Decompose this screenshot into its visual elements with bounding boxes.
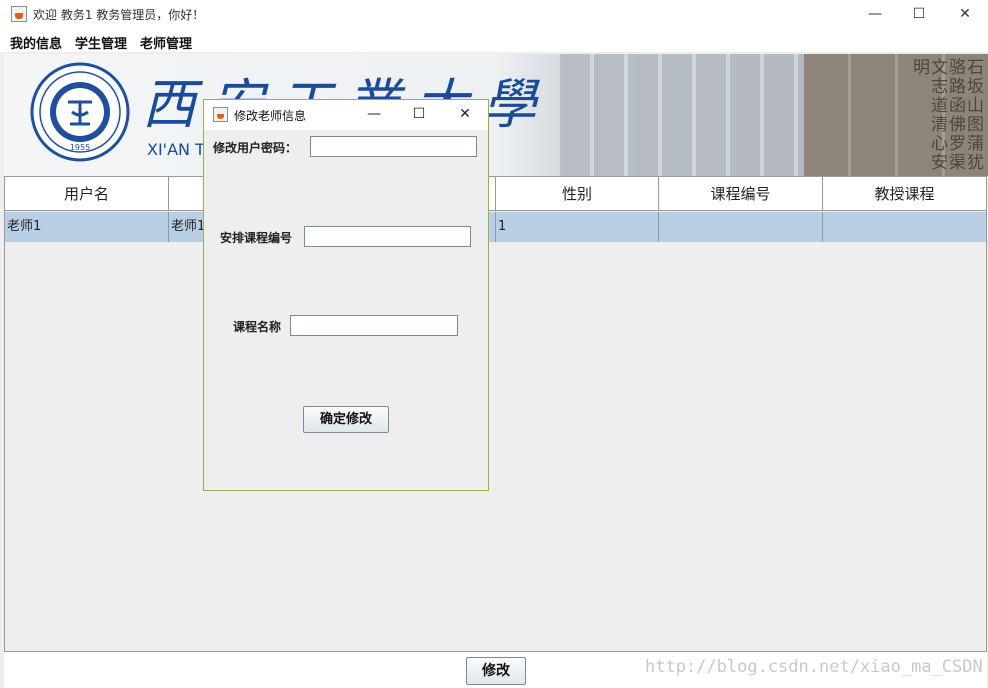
close-button[interactable]: ✕ bbox=[942, 0, 988, 30]
seal-year: 1955 bbox=[70, 143, 90, 152]
title-bar[interactable]: 欢迎 教务1 教务管理员，你好！ — ☐ ✕ bbox=[0, 0, 988, 30]
table-cell[interactable] bbox=[823, 212, 986, 242]
menu-bar: 我的信息 学生管理 老师管理 bbox=[0, 30, 988, 52]
minimize-button[interactable]: — bbox=[852, 0, 898, 30]
course-id-label: 安排课程编号 bbox=[220, 231, 293, 245]
menu-student-management[interactable]: 学生管理 bbox=[75, 33, 127, 52]
course-name-label: 课程名称 bbox=[233, 320, 282, 334]
university-banner: 石坂山图蒲犹骆路函佛罗渠文志道清心安明 1955 西安工業大學 XI'AN T bbox=[4, 54, 988, 176]
table-cell[interactable] bbox=[659, 212, 823, 242]
table-cell[interactable]: 1 bbox=[496, 212, 659, 242]
column-header-course[interactable]: 教授课程 bbox=[823, 177, 986, 211]
confirm-modify-button[interactable]: 确定修改 bbox=[303, 406, 389, 433]
maximize-button[interactable]: ☐ bbox=[896, 0, 942, 30]
table-cell[interactable]: 老师1 bbox=[5, 212, 169, 242]
teacher-table[interactable]: 用户名 性别 课程编号 教授课程 老师1 老师1 1 bbox=[4, 176, 987, 652]
dialog-minimize-button[interactable]: — bbox=[352, 100, 396, 130]
university-seal-logo: 1955 bbox=[30, 62, 130, 162]
password-input[interactable] bbox=[310, 136, 477, 157]
stone-inscription: 石坂山图蒲犹骆路函佛罗渠文志道清心安明 bbox=[909, 58, 983, 172]
dialog-close-button[interactable]: ✕ bbox=[443, 100, 487, 130]
university-name-english: XI'AN T bbox=[147, 140, 205, 159]
table-row[interactable]: 老师1 老师1 1 bbox=[5, 212, 986, 242]
password-label: 修改用户密码： bbox=[213, 141, 298, 155]
modify-button[interactable]: 修改 bbox=[466, 657, 526, 685]
edit-teacher-dialog: 修改老师信息 — ☐ ✕ 修改用户密码： 安排课程编号 课程名称 确定修改 bbox=[203, 99, 489, 491]
table-header: 用户名 性别 课程编号 教授课程 bbox=[5, 177, 986, 211]
column-header-gender[interactable]: 性别 bbox=[496, 177, 659, 211]
dialog-title: 修改老师信息 bbox=[234, 109, 307, 123]
course-id-input[interactable] bbox=[304, 226, 471, 247]
main-window: 欢迎 教务1 教务管理员，你好！ — ☐ ✕ 我的信息 学生管理 老师管理 石坂… bbox=[0, 0, 988, 688]
dialog-maximize-button[interactable]: ☐ bbox=[397, 100, 441, 130]
menu-teacher-management[interactable]: 老师管理 bbox=[140, 33, 192, 52]
menu-my-info[interactable]: 我的信息 bbox=[10, 33, 62, 52]
dialog-title-bar[interactable]: 修改老师信息 — ☐ ✕ bbox=[204, 100, 488, 130]
column-header-course-id[interactable]: 课程编号 bbox=[659, 177, 823, 211]
column-header-username[interactable]: 用户名 bbox=[5, 177, 169, 211]
window-title: 欢迎 教务1 教务管理员，你好！ bbox=[33, 8, 205, 22]
java-app-icon bbox=[11, 6, 27, 22]
course-name-input[interactable] bbox=[290, 315, 458, 336]
java-app-icon bbox=[213, 107, 228, 122]
watermark-text: http://blog.csdn.net/xiao_ma_CSDN bbox=[645, 657, 983, 677]
